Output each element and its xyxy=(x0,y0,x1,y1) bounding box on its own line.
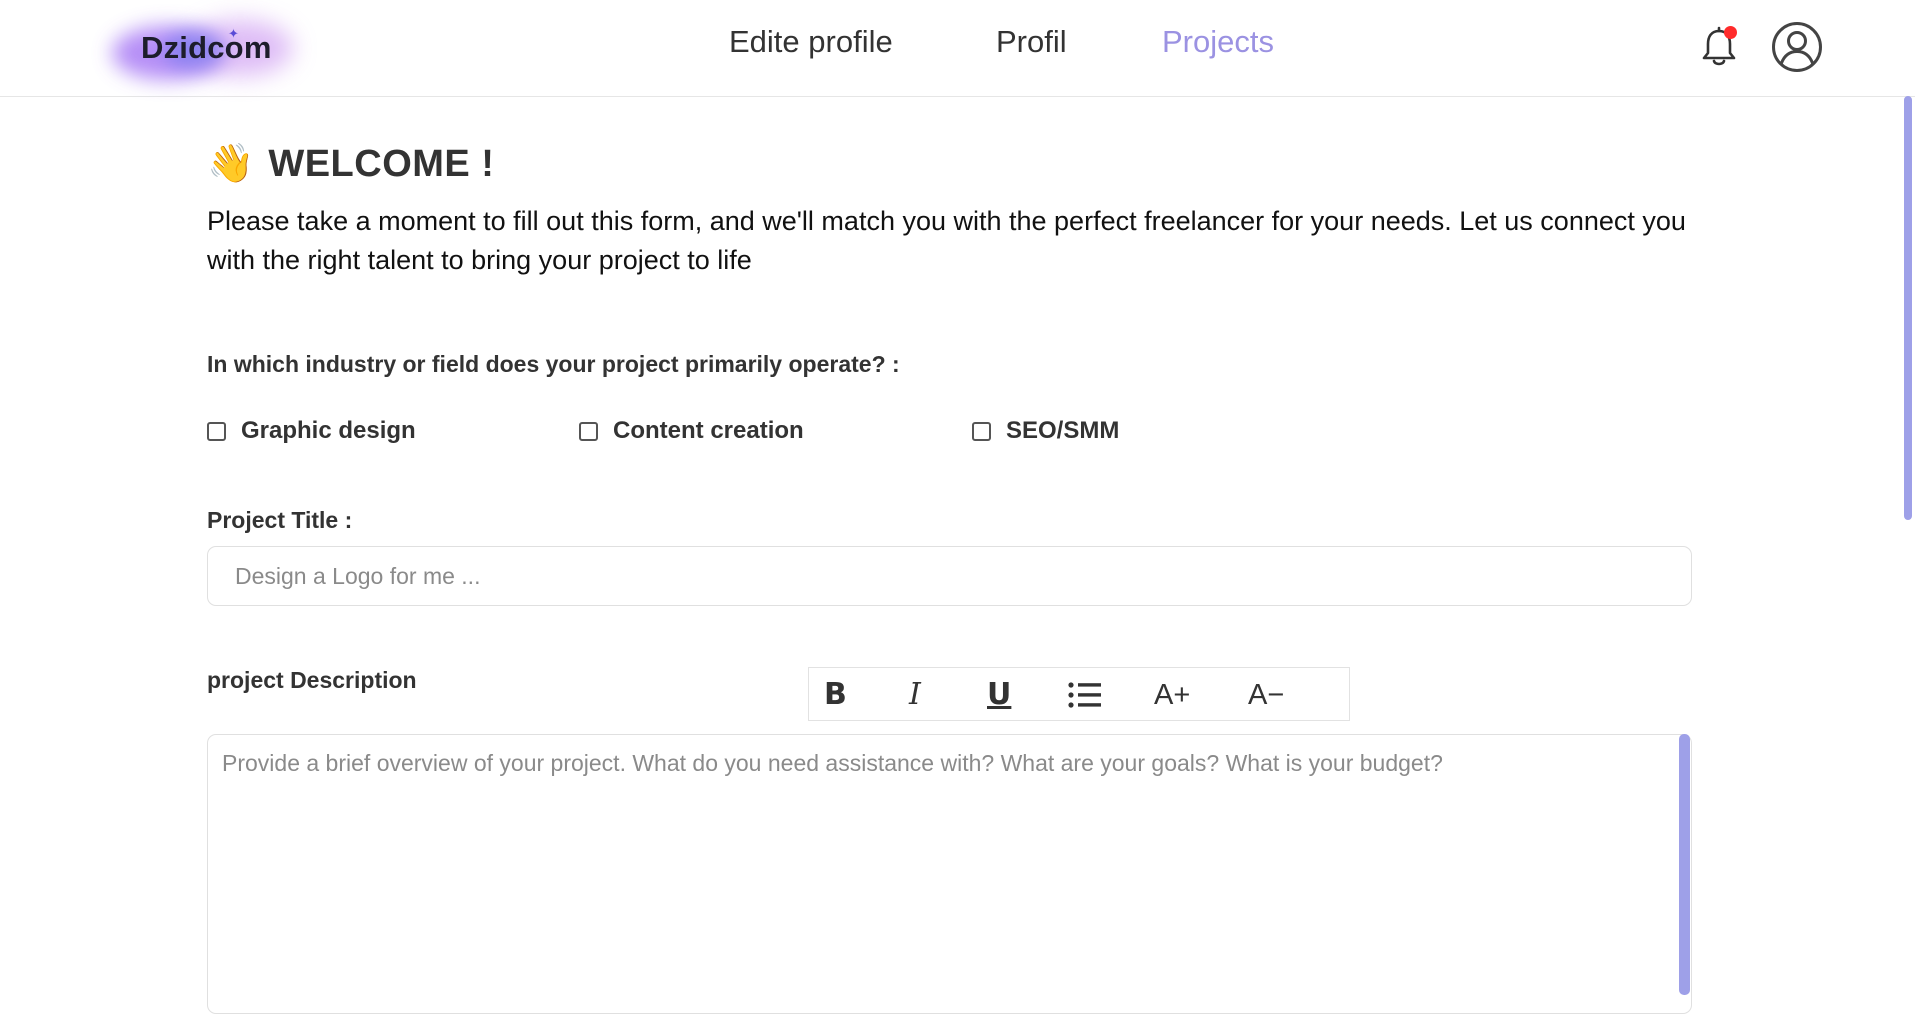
project-description-label: project Description xyxy=(207,667,417,693)
text-format-toolbar: B I U A+ A− xyxy=(808,667,1350,721)
nav-link-edit-profile[interactable]: Edite profile xyxy=(729,24,893,60)
user-avatar-icon[interactable] xyxy=(1771,21,1823,73)
project-title-input[interactable] xyxy=(207,546,1692,606)
italic-button[interactable]: I xyxy=(909,676,921,714)
bullet-list-button[interactable] xyxy=(1068,681,1102,719)
project-title-label: Project Title : xyxy=(207,507,353,533)
option-content-creation[interactable]: Content creation xyxy=(579,415,804,447)
graphic-design-checkbox[interactable] xyxy=(207,421,226,441)
welcome-title: WELCOME ! xyxy=(268,142,495,185)
top-navbar: ✦ Dzidcom Edite profile Profil Projects xyxy=(0,0,1915,97)
graphic-design-label: Graphic design xyxy=(241,417,416,444)
waving-hand-icon: 👋 xyxy=(207,143,255,185)
page-scrollbar[interactable] xyxy=(1904,96,1912,520)
description-scrollbar[interactable] xyxy=(1679,734,1690,995)
option-seo-smm[interactable]: SEO/SMM xyxy=(972,415,1119,447)
intro-text: Please take a moment to fill out this fo… xyxy=(207,206,1686,275)
underline-button[interactable]: U xyxy=(987,676,1011,714)
nav-link-profil[interactable]: Profil xyxy=(996,24,1067,60)
industry-question-label: In which industry or field does your pro… xyxy=(207,351,900,377)
content-creation-checkbox[interactable] xyxy=(579,421,598,441)
nav-link-projects[interactable]: Projects xyxy=(1162,24,1274,60)
decrease-font-button[interactable]: A− xyxy=(1248,676,1284,714)
increase-font-button[interactable]: A+ xyxy=(1154,676,1190,714)
seo-smm-checkbox[interactable] xyxy=(972,421,991,441)
welcome-heading: 👋 WELCOME ! xyxy=(207,139,494,189)
notification-dot-icon xyxy=(1724,26,1737,39)
bold-button[interactable]: B xyxy=(824,676,847,714)
list-icon xyxy=(1068,682,1101,708)
main-nav: Edite profile Profil Projects xyxy=(0,24,1915,69)
option-graphic-design[interactable]: Graphic design xyxy=(207,415,416,447)
seo-smm-label: SEO/SMM xyxy=(1006,417,1120,444)
content-creation-label: Content creation xyxy=(613,417,804,444)
project-description-textarea[interactable] xyxy=(207,734,1692,1014)
project-form-page: 👋 WELCOME ! Please take a moment to fill… xyxy=(207,97,1692,1014)
